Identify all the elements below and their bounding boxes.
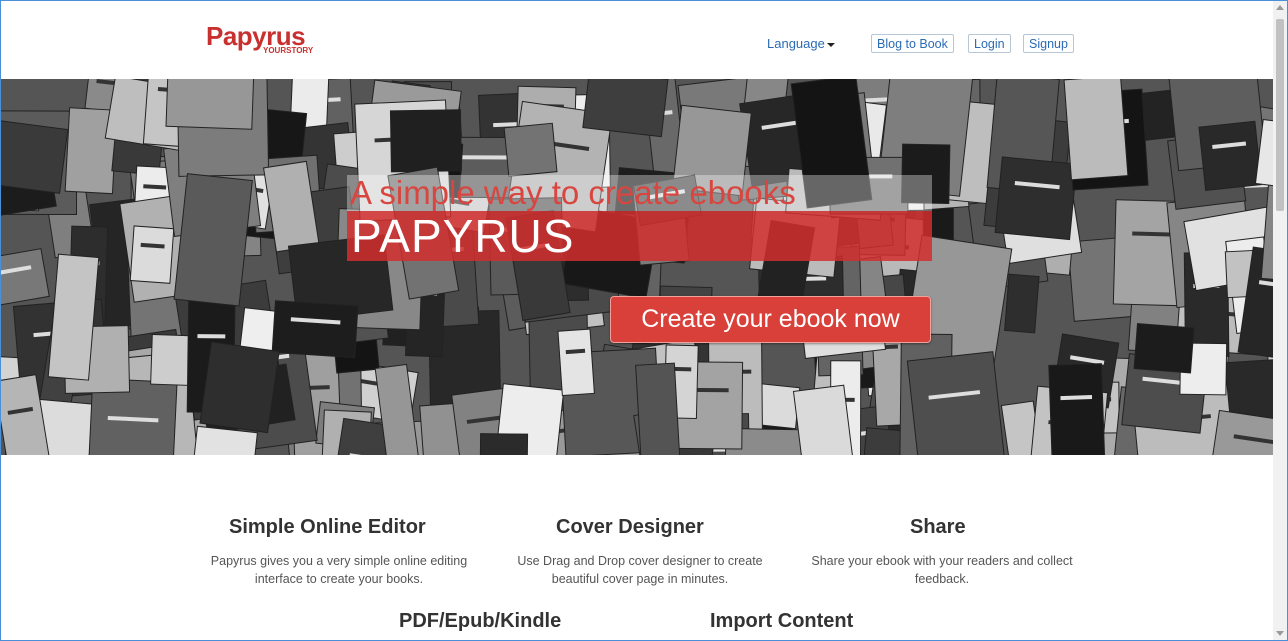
hero-tagline: A simple way to create ebooks [350,174,796,211]
features-section: Simple Online Editor Papyrus gives you a… [1,455,1273,640]
feature-title-cover: Cover Designer [556,516,704,538]
hero-banner: A simple way to create ebooks PAPYRUS Cr… [1,79,1273,455]
feature-desc-share: Share your ebook with your readers and c… [811,554,1073,586]
site-logo[interactable]: Papyrus YOURSTORY [206,23,313,55]
vertical-scrollbar[interactable] [1273,1,1287,640]
hero-brand: PAPYRUS [351,210,575,262]
caret-down-icon [826,42,835,47]
create-ebook-button[interactable]: Create your ebook now [610,296,931,343]
blog-to-book-button[interactable]: Blog to Book [871,34,954,53]
feature-title-editor: Simple Online Editor [229,516,426,538]
login-button[interactable]: Login [968,34,1011,53]
signup-button[interactable]: Signup [1023,34,1074,53]
browser-viewport: Papyrus YOURSTORY Language Blog to Book … [0,0,1288,641]
feature-title-share: Share [910,516,966,538]
scroll-thumb[interactable] [1276,19,1284,211]
book-collage-background [1,79,1273,455]
scroll-up-icon[interactable] [1276,5,1284,10]
language-label: Language [767,36,825,51]
feature-desc-cover: Use Drag and Drop cover designer to crea… [517,554,763,586]
feature-title-import: Import Content [710,610,854,632]
scroll-down-icon[interactable] [1276,631,1284,636]
language-dropdown[interactable]: Language [767,36,835,51]
site-header: Papyrus YOURSTORY Language Blog to Book … [1,1,1273,79]
feature-title-formats: PDF/Epub/Kindle [399,610,562,632]
feature-desc-editor: Papyrus gives you a very simple online e… [210,554,468,586]
logo-subtext: YOURSTORY [263,46,314,55]
